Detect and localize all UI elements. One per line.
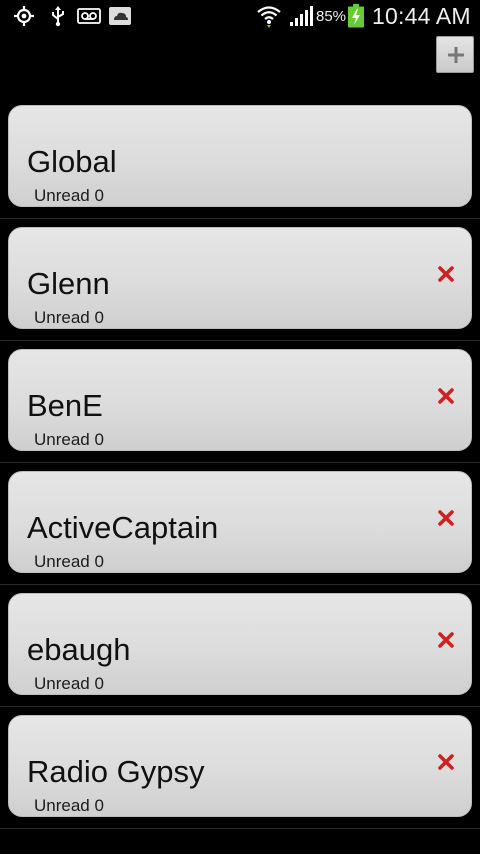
plus-icon <box>448 47 464 63</box>
unread-count: Unread 0 <box>34 552 104 571</box>
channel-card-activecaptain[interactable]: ActiveCaptain Unread 0 <box>8 471 472 573</box>
unread-count: Unread 0 <box>34 430 104 449</box>
gps-icon <box>14 6 34 26</box>
unread-count: Unread 0 <box>34 186 104 205</box>
voicemail-icon <box>77 8 101 24</box>
list-item: BenE Unread 0 <box>0 341 480 463</box>
delete-icon[interactable] <box>438 388 454 404</box>
channel-name: Glenn <box>27 266 110 301</box>
add-channel-button[interactable] <box>436 36 474 73</box>
channel-name: ebaugh <box>27 632 131 667</box>
status-bar: 85% 10:44 AM <box>0 0 480 33</box>
list-item: ebaugh Unread 0 <box>0 585 480 707</box>
status-time: 10:44 AM <box>372 3 471 29</box>
channel-card-glenn[interactable]: Glenn Unread 0 <box>8 227 472 329</box>
channel-card-ebaugh[interactable]: ebaugh Unread 0 <box>8 593 472 695</box>
delete-icon[interactable] <box>438 510 454 526</box>
list-item: Global Unread 0 <box>0 97 480 219</box>
delete-icon[interactable] <box>438 266 454 282</box>
list-item: Glenn Unread 0 <box>0 219 480 341</box>
unread-count: Unread 0 <box>34 308 104 327</box>
channel-name: Global <box>27 144 117 179</box>
channel-list: Global Unread 0 Glenn Unread 0 BenE Unre… <box>0 97 480 829</box>
delete-icon[interactable] <box>438 754 454 770</box>
channel-card-radio-gypsy[interactable]: Radio Gypsy Unread 0 <box>8 715 472 817</box>
channel-card-bene[interactable]: BenE Unread 0 <box>8 349 472 451</box>
signal-icon <box>290 6 313 26</box>
channel-name: BenE <box>27 388 103 423</box>
unread-count: Unread 0 <box>34 674 104 693</box>
list-item: ActiveCaptain Unread 0 <box>0 463 480 585</box>
channel-card-global[interactable]: Global Unread 0 <box>8 105 472 207</box>
cloud-sync-icon <box>109 7 131 25</box>
battery-charging-icon <box>348 4 364 28</box>
unread-count: Unread 0 <box>34 796 104 815</box>
channel-name: ActiveCaptain <box>27 510 219 545</box>
battery-percent: 85% <box>316 8 347 25</box>
usb-icon <box>52 6 64 27</box>
list-item: Radio Gypsy Unread 0 <box>0 707 480 829</box>
wifi-icon <box>257 6 281 28</box>
channel-name: Radio Gypsy <box>27 754 205 789</box>
delete-icon[interactable] <box>438 632 454 648</box>
